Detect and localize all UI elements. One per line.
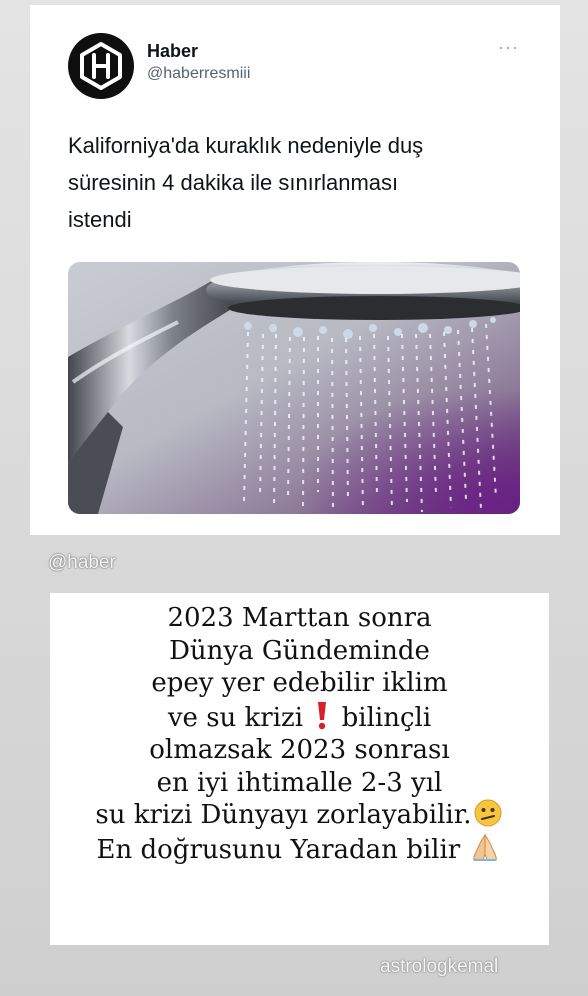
- story-line: en iyi ihtimalle 2-3 yıl: [156, 767, 443, 798]
- story-line-segment: bilinçli: [341, 702, 432, 733]
- more-options-icon[interactable]: ···: [498, 38, 522, 56]
- mention-sticker[interactable]: @haber: [48, 552, 116, 574]
- tweet-text-line: istendi: [68, 207, 132, 232]
- story-line-segment: su krizi Dünyayı zorlayabilir.: [95, 800, 472, 830]
- author-handle[interactable]: @haberresmiii: [147, 65, 250, 83]
- story-line: 2023 Marttan sonra: [167, 603, 432, 633]
- tweet-media-image[interactable]: [68, 262, 520, 514]
- author-name[interactable]: Haber: [147, 41, 198, 62]
- story-text-card: 2023 Marttan sonra Dünya Gündeminde epey…: [50, 593, 549, 945]
- haber-logo-icon: [80, 42, 122, 90]
- story-line: epey yer edebilir iklim: [151, 668, 448, 698]
- story-line: olmazsak 2023 sonrası: [149, 735, 450, 765]
- confused-face-emoji-icon: [474, 799, 502, 827]
- shower-head-photo: [68, 262, 520, 514]
- exclamation-emoji-icon: [318, 701, 327, 729]
- story-text: 2023 Marttan sonra Dünya Gündeminde epey…: [50, 602, 549, 866]
- praying-hands-emoji-icon: [473, 832, 498, 861]
- tweet-card[interactable]: Haber @haberresmiii ··· Kaliforniya'da k…: [30, 5, 560, 535]
- tweet-text: Kaliforniya'da kuraklık nedeniyle duş sü…: [68, 127, 528, 238]
- story-line-segment: ve su krizi: [167, 702, 304, 733]
- tweet-text-line: süresinin 4 dakika ile sınırlanması: [68, 170, 399, 195]
- username-watermark: astrologkemal: [380, 956, 499, 977]
- tweet-text-line: Kaliforniya'da kuraklık nedeniyle duş: [68, 133, 424, 158]
- story-line: su krizi Dünyayı zorlayabilir.: [50, 799, 549, 832]
- story-line: Dünya Gündeminde: [169, 635, 430, 666]
- story-line-segment: En doğrusunu Yaradan bilir: [96, 834, 461, 865]
- story-line: En doğrusunu Yaradan bilir: [50, 832, 549, 867]
- story-line: ve su krizi bilinçli: [50, 700, 549, 735]
- avatar[interactable]: [68, 33, 134, 99]
